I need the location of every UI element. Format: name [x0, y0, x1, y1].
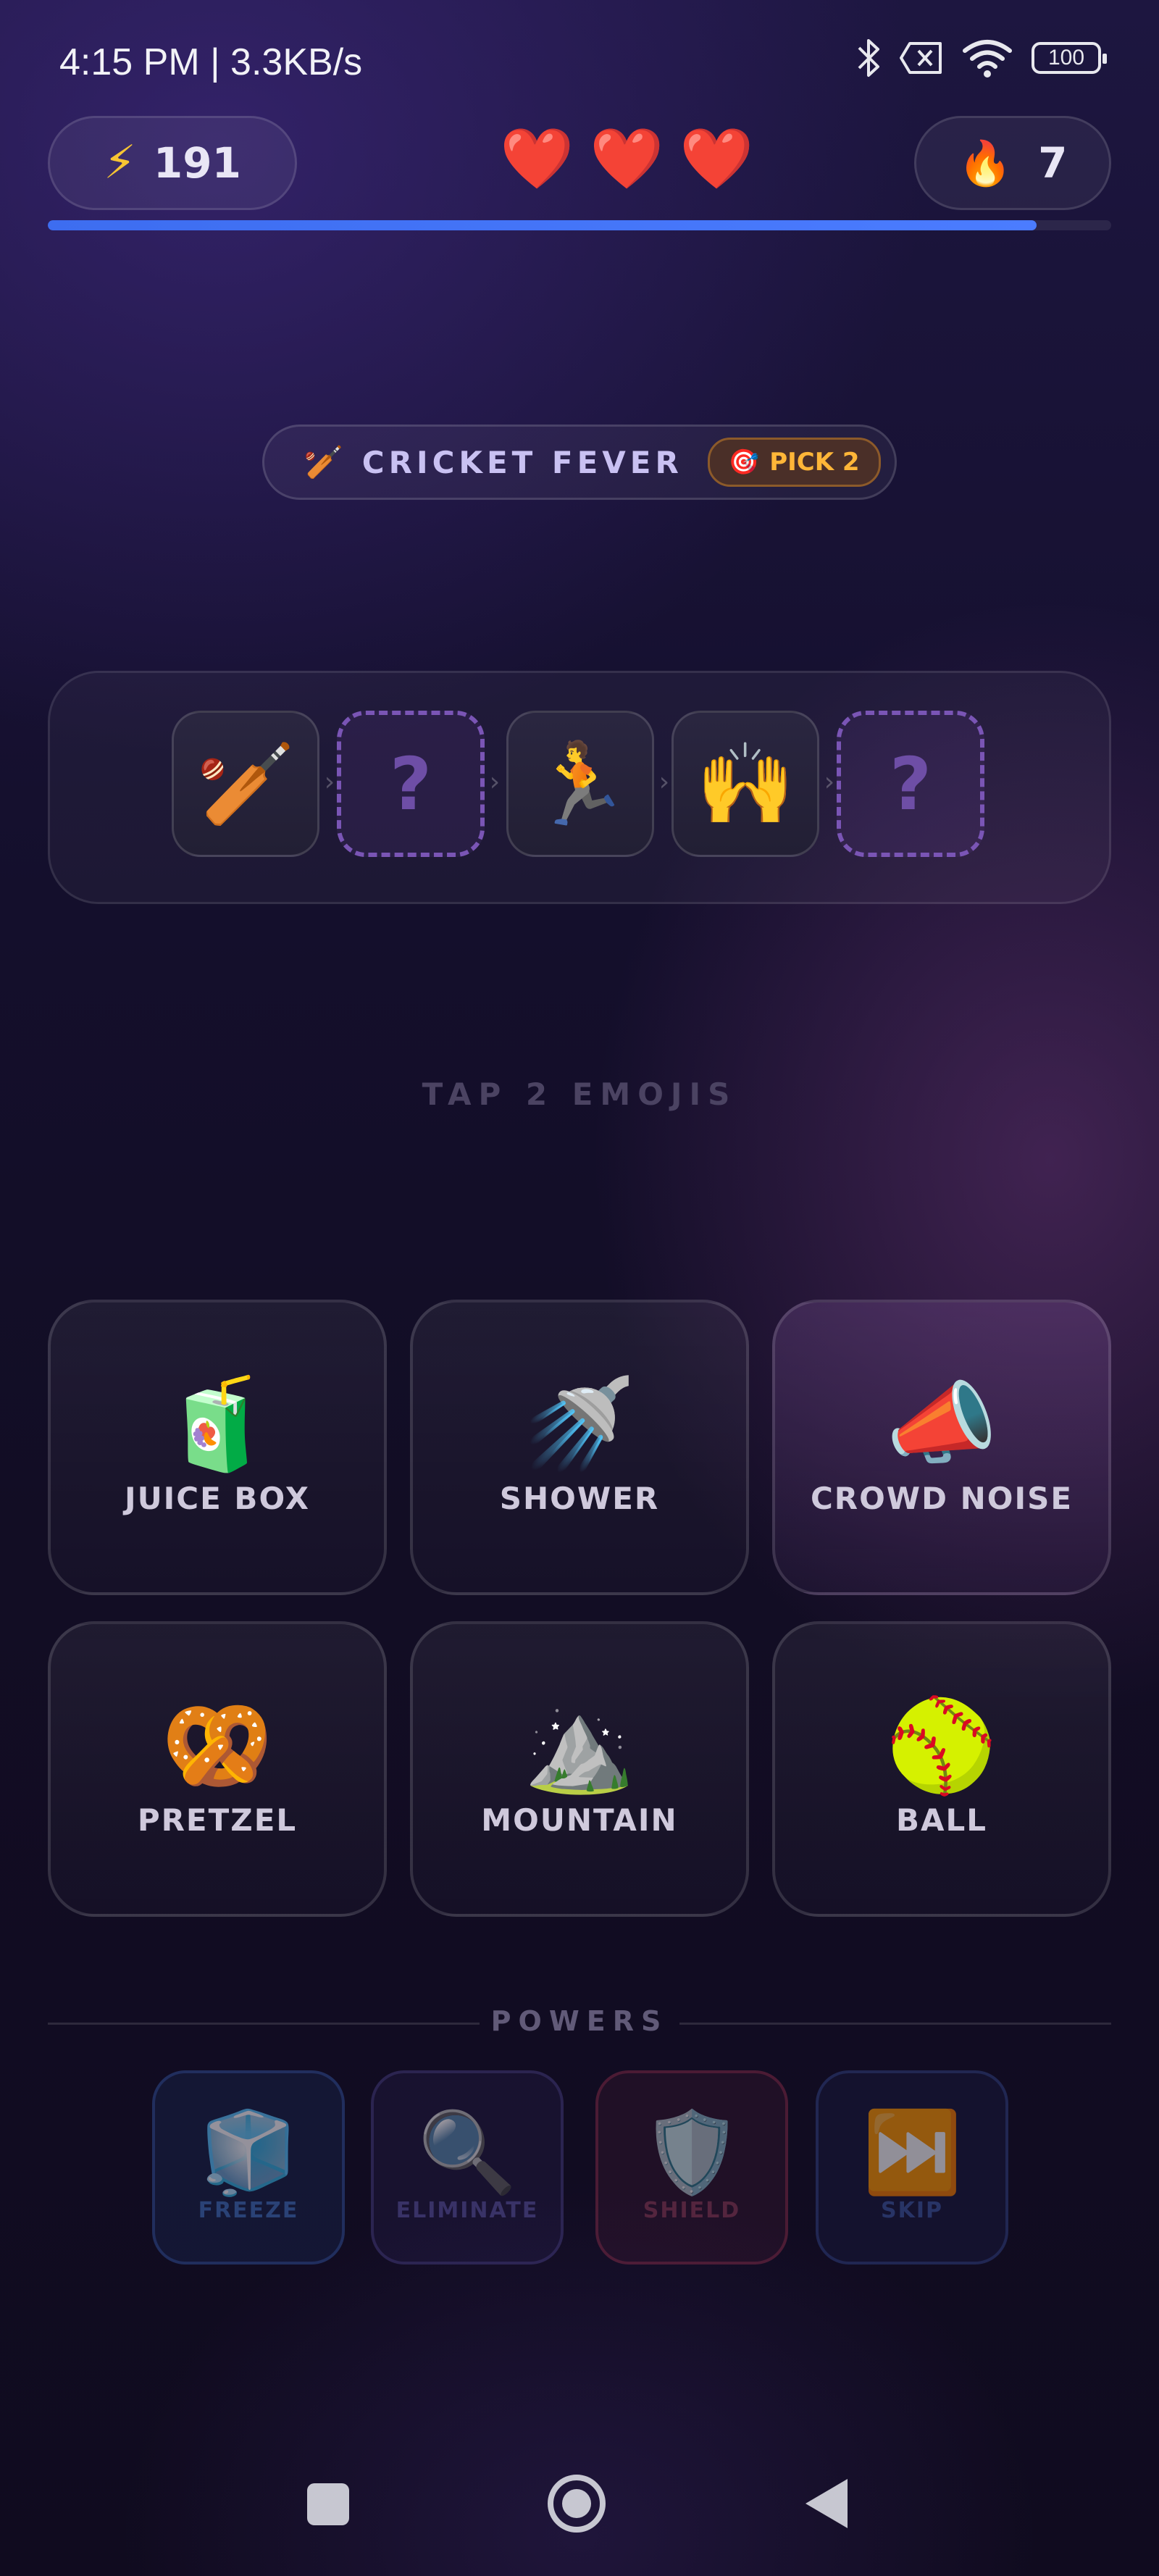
bluetooth-icon — [858, 39, 879, 77]
option-ball[interactable]: 🥎 BALL — [772, 1621, 1111, 1917]
power-label: ELIMINATE — [396, 2197, 539, 2223]
skip-icon: ⏭️ — [862, 2105, 962, 2199]
lives-hearts: ❤️ ❤️ ❤️ — [500, 125, 753, 194]
option-juice-box[interactable]: 🧃 JUICE BOX — [48, 1300, 387, 1595]
juice-box-icon: 🧃 — [161, 1371, 274, 1476]
back-button[interactable] — [806, 2479, 848, 2528]
streak-value: 7 — [1038, 138, 1068, 188]
megaphone-icon: 📣 — [885, 1371, 998, 1476]
option-label: PRETZEL — [137, 1802, 298, 1838]
option-label: JUICE BOX — [124, 1480, 311, 1516]
category-chip: 🏏 CRICKET FEVER 🎯 PICK 2 — [262, 425, 897, 500]
eliminate-power-button[interactable]: 🔍 ELIMINATE — [371, 2070, 564, 2265]
cricket-bat-icon: 🏏 — [304, 444, 343, 481]
flame-icon: 🔥 — [958, 138, 1013, 189]
skip-power-button[interactable]: ⏭️ SKIP — [816, 2070, 1008, 2265]
option-label: MOUNTAIN — [481, 1802, 678, 1838]
heart-icon: ❤️ — [500, 125, 574, 193]
shield-icon: 🛡️ — [642, 2105, 742, 2199]
sequence-arrow-icon: › — [324, 767, 335, 797]
sequence-tile: 🏃 — [506, 711, 654, 857]
target-icon: 🎯 — [728, 448, 760, 477]
lightning-icon: ⚡ — [103, 136, 136, 190]
category-label: CRICKET FEVER — [361, 444, 683, 480]
sequence-arrow-icon: › — [489, 767, 501, 797]
instruction-text: TAP 2 EMOJIS — [422, 1076, 737, 1112]
runner-emoji: 🏃 — [530, 737, 630, 830]
option-label: CROWD NOISE — [810, 1480, 1074, 1516]
streak-counter[interactable]: 🔥 7 — [914, 116, 1111, 210]
ball-icon: 🥎 — [885, 1693, 998, 1798]
battery-level: 100 — [1047, 46, 1085, 70]
heart-icon: ❤️ — [679, 125, 754, 193]
shower-icon: 🚿 — [523, 1371, 636, 1476]
status-icons: 100 — [856, 38, 1107, 78]
sequence-tile: 🏏 — [172, 711, 319, 857]
emoji-sequence-panel: 🏏 › ? › 🏃 › 🙌 › ? — [48, 671, 1111, 904]
shield-power-button[interactable]: 🛡️ SHIELD — [595, 2070, 788, 2265]
option-crowd-noise[interactable]: 📣 CROWD NOISE — [772, 1300, 1111, 1595]
heart-icon: ❤️ — [590, 125, 664, 193]
sequence-blank-slot[interactable]: ? — [337, 711, 485, 857]
option-shower[interactable]: 🚿 SHOWER — [410, 1300, 749, 1595]
mountain-icon: ⛰️ — [523, 1693, 636, 1798]
power-label: FREEZE — [198, 2197, 299, 2223]
no-sim-icon — [900, 42, 942, 74]
wifi-icon — [963, 40, 1012, 78]
ice-cube-icon: 🧊 — [198, 2105, 298, 2199]
sequence-arrow-icon: › — [658, 767, 670, 797]
pretzel-icon: 🥨 — [161, 1693, 274, 1798]
magnifier-icon: 🔍 — [417, 2105, 517, 2199]
power-label: SKIP — [880, 2197, 943, 2223]
energy-value: 191 — [153, 138, 241, 188]
sequence-arrow-icon: › — [824, 767, 835, 797]
level-progress-fill — [48, 220, 1037, 230]
cricket-bat-emoji: 🏏 — [196, 737, 296, 830]
option-label: BALL — [895, 1802, 988, 1838]
powers-title: POWERS — [490, 2005, 669, 2037]
sequence-blank-slot[interactable]: ? — [837, 711, 984, 857]
option-pretzel[interactable]: 🥨 PRETZEL — [48, 1621, 387, 1917]
option-label: SHOWER — [499, 1480, 660, 1516]
home-icon — [562, 2489, 591, 2518]
power-label: SHIELD — [643, 2197, 741, 2223]
pick-count-badge: 🎯 PICK 2 — [707, 438, 881, 487]
pick-count-label: PICK 2 — [769, 448, 860, 477]
status-time: 4:15 PM | 3.3KB/s — [59, 41, 363, 83]
recent-apps-button[interactable] — [307, 2483, 349, 2525]
sequence-tile: 🙌 — [671, 711, 819, 857]
battery-icon: 100 — [1032, 42, 1107, 74]
energy-counter[interactable]: ⚡ 191 — [48, 116, 297, 210]
home-button[interactable] — [548, 2475, 606, 2533]
question-mark: ? — [389, 741, 432, 827]
question-mark: ? — [889, 741, 932, 827]
level-progress-bar — [48, 220, 1111, 230]
raised-hands-emoji: 🙌 — [695, 737, 795, 830]
freeze-power-button[interactable]: 🧊 FREEZE — [152, 2070, 345, 2265]
option-mountain[interactable]: ⛰️ MOUNTAIN — [410, 1621, 749, 1917]
